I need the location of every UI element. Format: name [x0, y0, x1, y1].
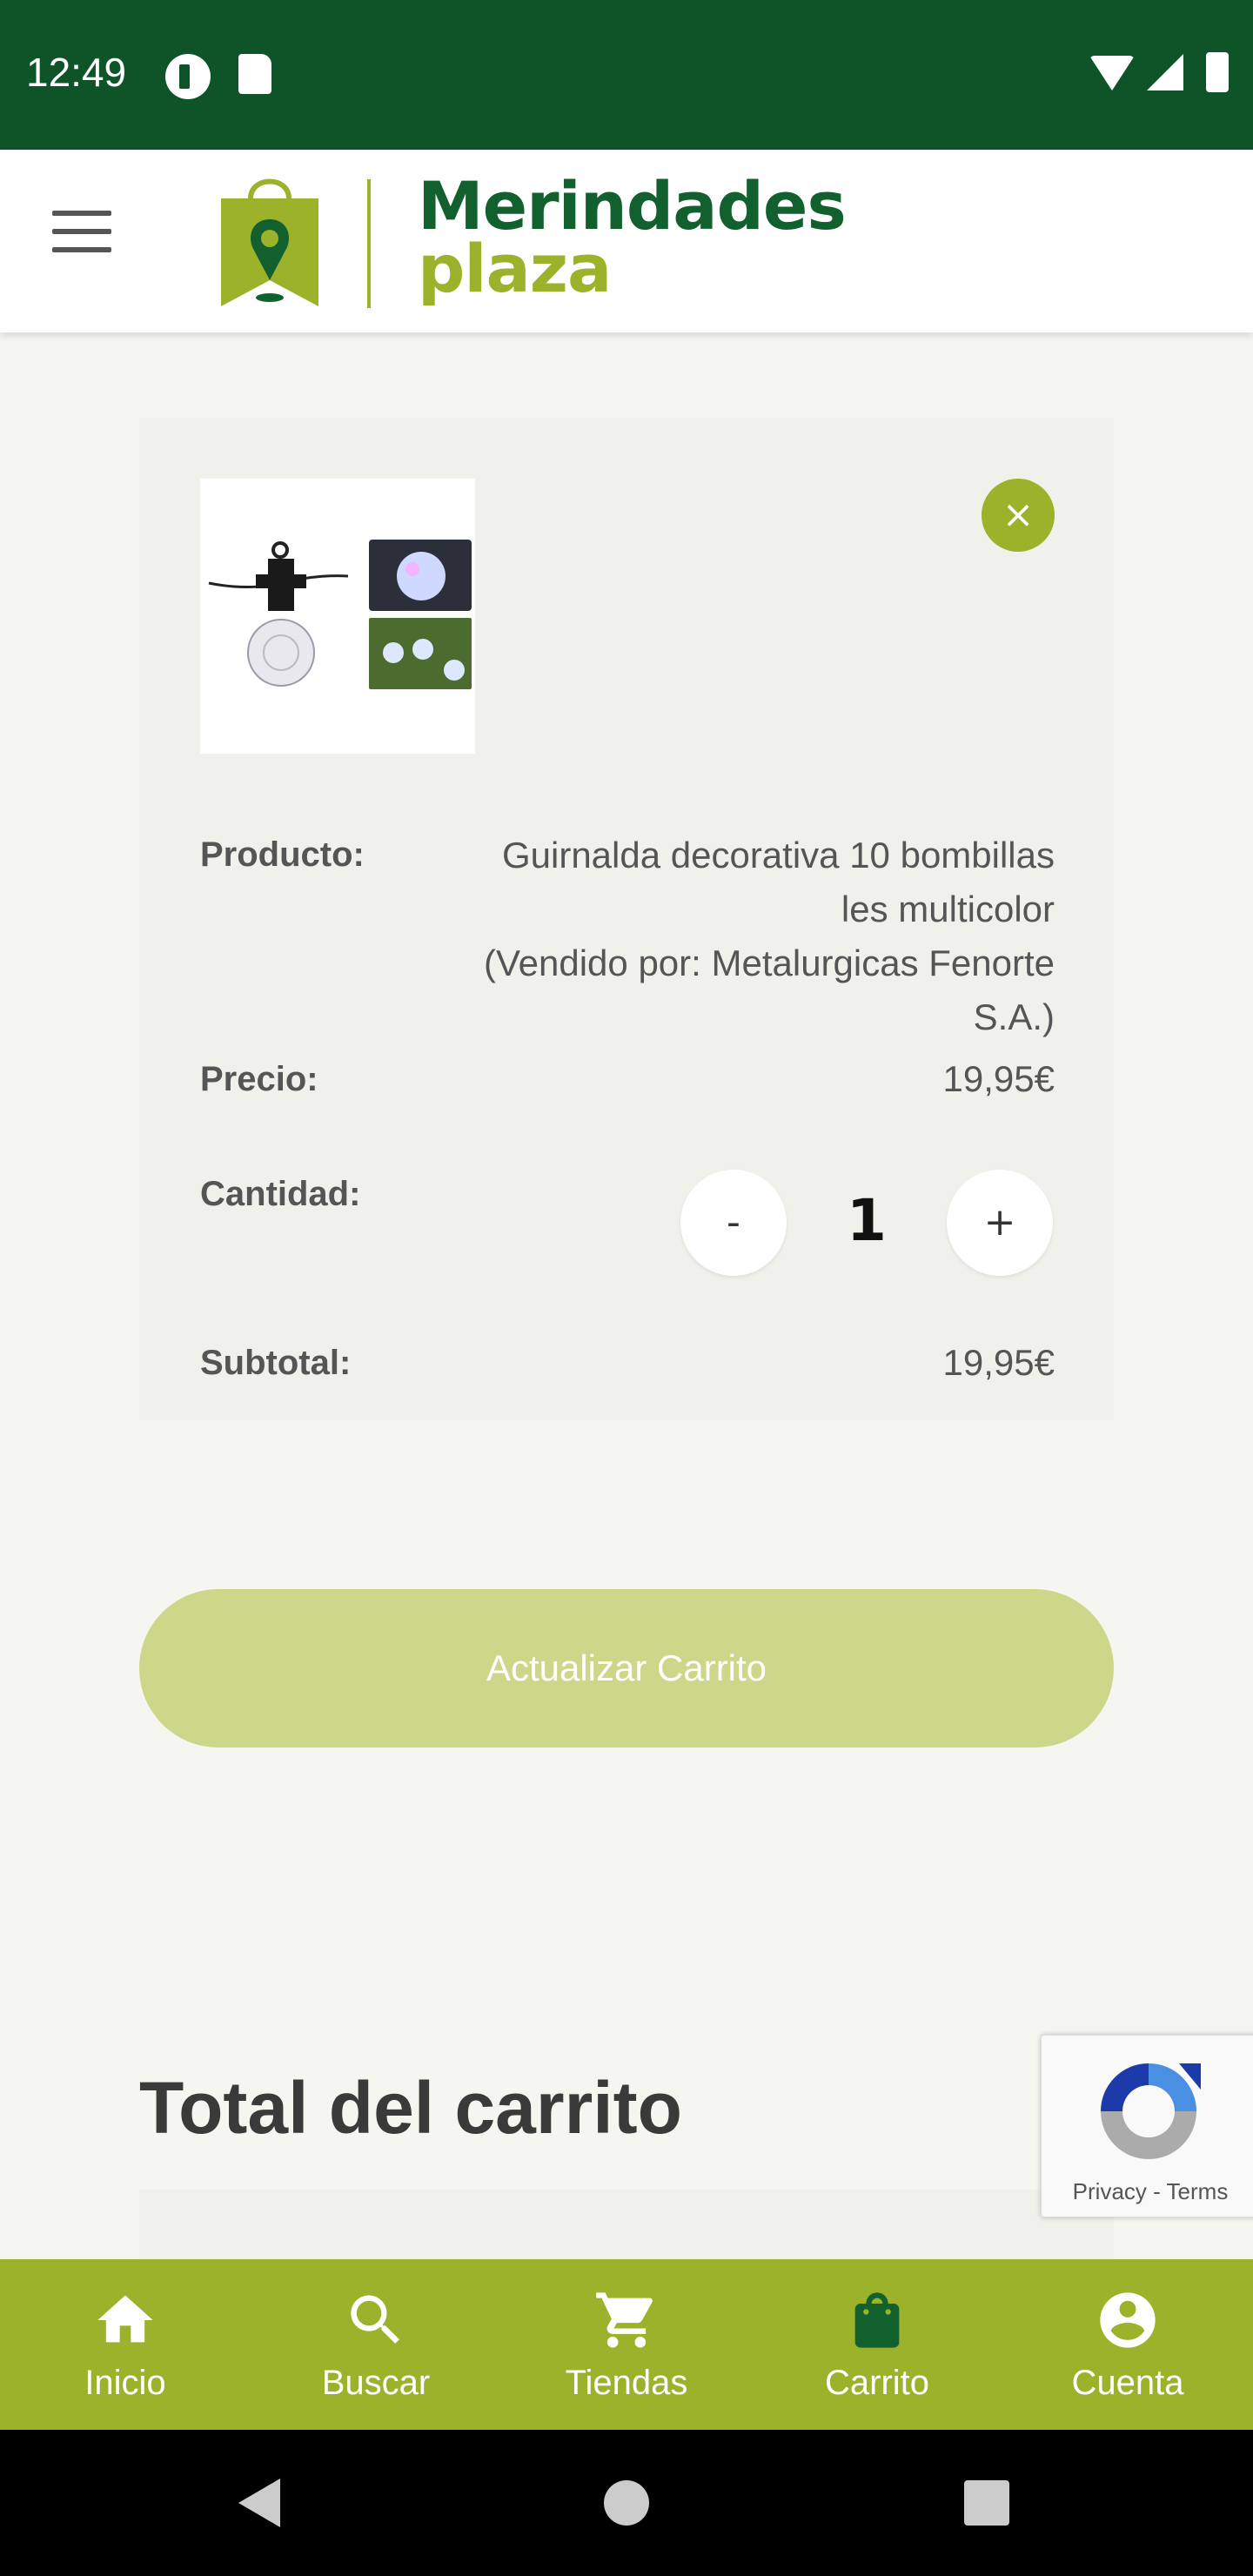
quantity-increase-button[interactable]: + [947, 1170, 1053, 1276]
home-button-icon[interactable] [604, 2480, 649, 2526]
recent-apps-icon[interactable] [964, 2480, 1009, 2526]
product-image[interactable] [200, 479, 475, 754]
bottom-navigation: Inicio Buscar Tiendas Carrito Cuenta [0, 2259, 1253, 2430]
signal-icon [1147, 54, 1183, 91]
quantity-decrease-button[interactable]: - [680, 1170, 787, 1276]
search-icon [351, 2295, 399, 2344]
subtotal-value: 19,95€ [942, 1342, 1055, 1383]
string-lights-image [208, 540, 472, 689]
recaptcha-icon [1101, 2063, 1201, 2159]
price-label: Precio: [200, 1060, 318, 1098]
menu-icon[interactable] [52, 211, 113, 263]
product-name[interactable]: Guirnalda decorativa 10 bombillas les mu… [393, 828, 1055, 1044]
nav-label: Carrito [824, 2364, 930, 2402]
nav-tiendas[interactable]: Tiendas [501, 2259, 752, 2430]
wifi-icon [1089, 56, 1135, 91]
bag-icon [854, 2292, 900, 2348]
product-name-line1: Guirnalda decorativa 10 bombillas [501, 835, 1055, 875]
recaptcha-links[interactable]: Privacy - Terms [1042, 2178, 1253, 2205]
nav-label: Tiendas [565, 2364, 688, 2402]
nav-carrito[interactable]: Carrito [752, 2259, 1002, 2430]
cart-icon [596, 2292, 653, 2348]
update-cart-button[interactable]: Actualizar Carrito [139, 1589, 1114, 1748]
quantity-label: Cantidad: [200, 1175, 361, 1213]
product-label: Producto: [200, 835, 365, 874]
product-name-line2: les multicolor [841, 889, 1055, 929]
recaptcha-badge[interactable]: Privacy - Terms [1041, 2035, 1253, 2217]
quantity-value[interactable]: 1 [832, 1187, 901, 1254]
cart-totals-heading: Total del carrito [139, 2067, 682, 2149]
sd-card-icon [238, 54, 271, 94]
status-bar: 12:49 [0, 0, 1253, 150]
nav-cuenta[interactable]: Cuenta [1002, 2259, 1253, 2430]
subtotal-label: Subtotal: [200, 1344, 352, 1382]
account-icon [1100, 2292, 1156, 2348]
nav-label: Inicio [84, 2364, 166, 2402]
remove-item-button[interactable]: × [982, 479, 1055, 552]
logo-bag-icon [221, 178, 318, 306]
battery-icon [1206, 52, 1229, 92]
app-header: Merindades plaza [0, 150, 1253, 332]
back-icon[interactable] [238, 2479, 280, 2527]
system-navigation-bar [0, 2430, 1253, 2576]
logo-divider [367, 179, 371, 308]
nav-label: Buscar [321, 2364, 431, 2402]
notification-icon [165, 54, 211, 99]
product-seller: (Vendido por: Metalurgicas Fenorte S.A.) [483, 943, 1055, 1037]
status-time: 12:49 [26, 50, 127, 95]
nav-label: Cuenta [1071, 2364, 1184, 2402]
cart-totals-box [139, 2190, 1114, 2259]
home-icon [97, 2295, 153, 2343]
brand-name-line2: plaza [418, 230, 612, 307]
nav-buscar[interactable]: Buscar [251, 2259, 501, 2430]
price-value: 19,95€ [942, 1058, 1055, 1099]
cart-item-card: × Producto: Guirnalda decorativa 10 bomb… [139, 418, 1114, 1420]
nav-inicio[interactable]: Inicio [0, 2259, 251, 2430]
